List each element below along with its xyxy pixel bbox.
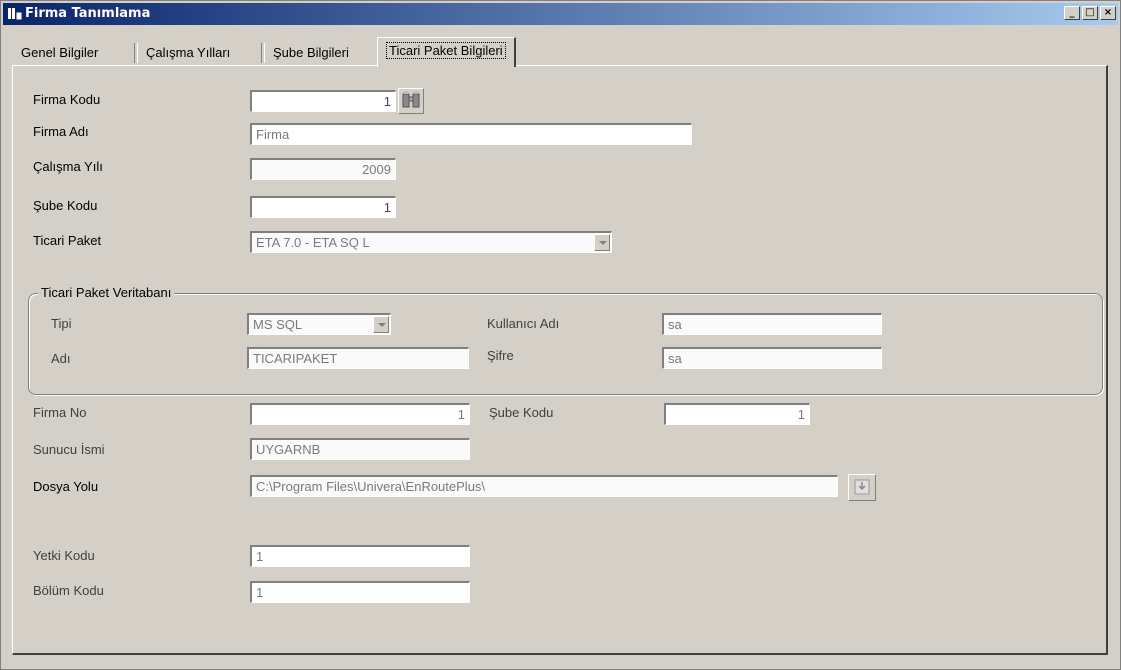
tab-sube-bilgileri[interactable]: Şube Bilgileri xyxy=(265,41,357,65)
dosya-yolu-label: Dosya Yolu xyxy=(33,479,99,494)
firma-tanimlama-window: Firma Tanımlama _ □ × Genel Bilgiler Çal… xyxy=(0,0,1121,670)
dosya-yolu-field: C:\Program Files\Univera\EnRoutePlus\ xyxy=(250,475,838,497)
firma-kodu-field[interactable]: 1 xyxy=(250,90,396,112)
sube-kodu-2-field[interactable]: 1 xyxy=(664,403,810,425)
yetki-kodu-label: Yetki Kodu xyxy=(33,548,95,563)
yetki-kodu-field[interactable]: 1 xyxy=(250,545,470,567)
tab-genel-bilgiler[interactable]: Genel Bilgiler xyxy=(13,41,106,65)
tab-calisma-yillari[interactable]: Çalışma Yılları xyxy=(138,41,238,65)
tab-ticari-paket-bilgileri[interactable]: Ticari Paket Bilgileri xyxy=(377,37,516,67)
calisma-yili-field: 2009 xyxy=(250,158,396,180)
firma-kodu-label: Firma Kodu xyxy=(33,92,101,107)
tab-label: Ticari Paket Bilgileri xyxy=(386,42,506,59)
firma-adi-label: Firma Adı xyxy=(33,124,89,139)
calisma-yili-label: Çalışma Yılı xyxy=(33,159,103,174)
sunucu-ismi-field: UYGARNB xyxy=(250,438,470,460)
kullanici-adi-field: sa xyxy=(662,313,882,335)
firma-adi-field[interactable]: Firma xyxy=(250,123,692,145)
kullanici-adi-label: Kullanıcı Adı xyxy=(487,316,560,331)
sifre-field: sa xyxy=(662,347,882,369)
chevron-down-icon[interactable] xyxy=(373,316,389,333)
adi-label: Adı xyxy=(51,351,71,366)
tab-label: Genel Bilgiler xyxy=(21,45,99,60)
close-button[interactable]: × xyxy=(1100,6,1116,20)
ticari-paket-veritabani-group xyxy=(28,293,1103,395)
bolum-kodu-label: Bölüm Kodu xyxy=(33,583,104,598)
group-title: Ticari Paket Veritabanı xyxy=(38,285,175,300)
sifre-label: Şifre xyxy=(487,348,514,363)
ticari-paket-label: Ticari Paket xyxy=(33,233,102,248)
tipi-select[interactable]: MS SQL xyxy=(247,313,391,335)
ticari-paket-select[interactable]: ETA 7.0 - ETA SQ L xyxy=(250,231,612,253)
tipi-value: MS SQL xyxy=(253,317,303,332)
minimize-button[interactable]: _ xyxy=(1064,6,1080,20)
ticari-paket-value: ETA 7.0 - ETA SQ L xyxy=(256,235,370,250)
window-title: Firma Tanımlama xyxy=(25,6,151,21)
bolum-kodu-field[interactable]: 1 xyxy=(250,581,470,603)
tipi-label: Tipi xyxy=(51,316,72,331)
chevron-down-icon[interactable] xyxy=(594,234,610,251)
binoculars-icon xyxy=(402,91,420,108)
sube-kodu-2-label: Şube Kodu xyxy=(489,405,554,420)
browse-folder-button[interactable] xyxy=(848,474,876,501)
sube-kodu-label: Şube Kodu xyxy=(33,198,98,213)
sube-kodu-field[interactable]: 1 xyxy=(250,196,396,218)
folder-download-icon xyxy=(854,479,870,495)
firma-no-label: Firma No xyxy=(33,405,87,420)
binoculars-search-button[interactable] xyxy=(398,88,424,114)
tab-label: Çalışma Yılları xyxy=(146,45,231,60)
app-icon xyxy=(8,8,23,21)
title-bar[interactable]: Firma Tanımlama _ □ × xyxy=(3,3,1118,25)
maximize-button[interactable]: □ xyxy=(1082,6,1098,20)
sunucu-ismi-label: Sunucu İsmi xyxy=(33,442,105,457)
veritabani-adi-field: TICARIPAKET xyxy=(247,347,469,369)
tab-label: Şube Bilgileri xyxy=(273,45,349,60)
firma-no-field[interactable]: 1 xyxy=(250,403,470,425)
